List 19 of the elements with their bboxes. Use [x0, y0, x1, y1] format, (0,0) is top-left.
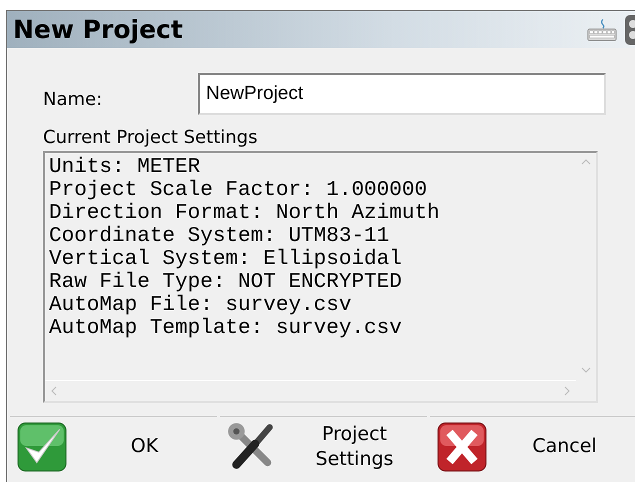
settings-heading: Current Project Settings	[43, 127, 258, 150]
check-icon	[16, 420, 68, 472]
scroll-down-icon[interactable]	[581, 367, 591, 373]
name-label: Name:	[43, 88, 104, 110]
x-icon	[436, 420, 488, 472]
settings-line: Vertical System: Ellipsoidal	[49, 248, 402, 271]
settings-line: Direction Format: North Azimuth	[49, 202, 440, 225]
settings-line: Project Scale Factor: 1.000000	[49, 179, 428, 202]
scroll-left-icon[interactable]	[51, 386, 57, 396]
keyboard-icon[interactable]	[587, 16, 617, 42]
scroll-right-icon[interactable]	[564, 386, 570, 396]
name-field[interactable]: NewProject	[198, 73, 606, 115]
settings-line: AutoMap File: survey.csv	[49, 294, 352, 317]
settings-line: Coordinate System: UTM83-11	[49, 225, 390, 248]
scroll-up-icon[interactable]	[581, 159, 591, 165]
window-title: New Project	[13, 15, 183, 44]
settings-line: AutoMap Template: survey.csv	[49, 317, 402, 340]
settings-line: Units: METER	[49, 156, 200, 179]
settings-line: Raw File Type: NOT ENCRYPTED	[49, 271, 402, 294]
